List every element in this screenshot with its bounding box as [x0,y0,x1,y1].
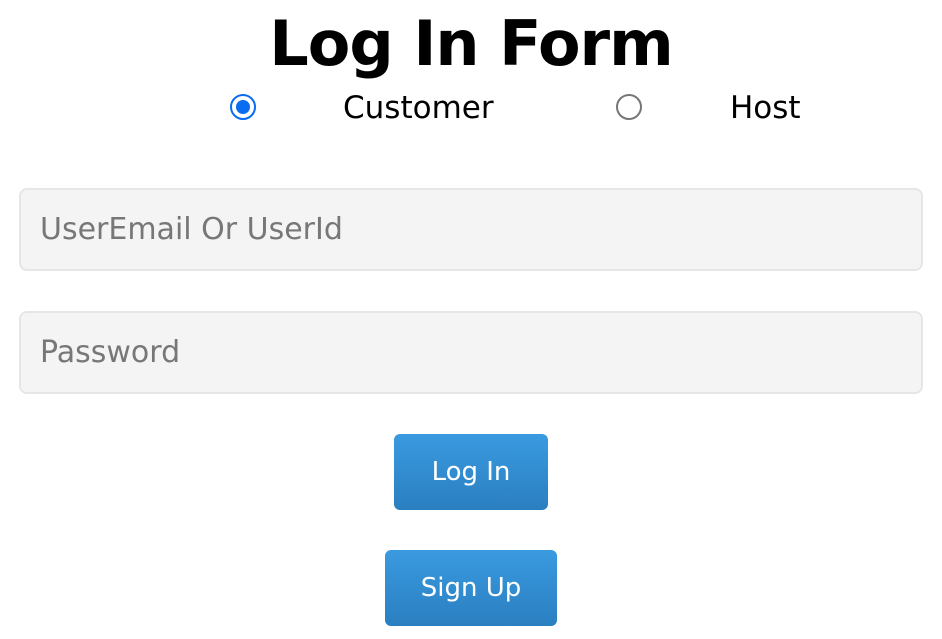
customer-radio-label[interactable]: Customer [343,88,494,128]
role-selector: Customer Host [0,84,942,130]
login-page: Log In Form Customer Host Log In Sign Up [0,0,942,639]
page-title: Log In Form [269,7,673,80]
login-button[interactable]: Log In [394,434,548,510]
host-radio-label[interactable]: Host [730,88,801,128]
user-email-input[interactable] [19,188,923,271]
customer-radio[interactable] [230,94,256,120]
password-input[interactable] [19,311,923,394]
host-radio[interactable] [616,94,642,120]
signup-button[interactable]: Sign Up [385,550,557,626]
